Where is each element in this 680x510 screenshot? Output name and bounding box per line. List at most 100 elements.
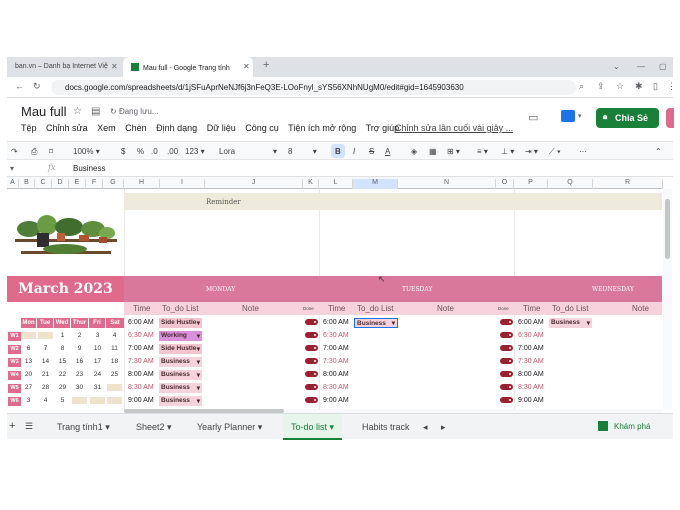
time-cell[interactable]: 8:30 AM <box>518 384 544 391</box>
todo-dropdown[interactable]: Business ▾ <box>159 396 202 406</box>
menu-tools[interactable]: Công cụ <box>245 123 279 133</box>
done-toggle[interactable] <box>305 397 318 403</box>
add-sheet-icon[interactable]: + <box>9 420 15 432</box>
scroll-thumb[interactable] <box>665 199 670 259</box>
todo-dropdown[interactable]: Side Hustle ▾ <box>159 344 202 354</box>
time-cell[interactable]: 6:30 AM <box>323 332 349 339</box>
comments-icon[interactable]: ▭ <box>528 111 538 124</box>
browser-tab-2[interactable]: Mau full - Google Trang tính <box>123 57 253 77</box>
last-edit-link[interactable]: Chỉnh sửa lần cuối vài giây ... <box>395 123 513 133</box>
time-cell[interactable]: 7:30 AM <box>518 358 544 365</box>
scroll-left-icon[interactable]: ◂ <box>423 422 428 433</box>
chevron-down-icon[interactable]: ▾ <box>578 112 582 120</box>
todo-dropdown[interactable]: Business ▾ <box>159 370 202 380</box>
time-cell[interactable]: 9:00 AM <box>323 397 349 404</box>
italic-button[interactable]: I <box>353 147 355 156</box>
close-icon[interactable]: ✕ <box>243 62 250 71</box>
time-cell[interactable]: 8:00 AM <box>323 371 349 378</box>
done-toggle[interactable] <box>500 371 513 377</box>
back-icon[interactable]: ← <box>15 81 24 91</box>
time-cell[interactable]: 9:00 AM <box>128 397 154 404</box>
done-toggle[interactable] <box>305 371 318 377</box>
time-cell[interactable]: 7:30 AM <box>128 358 154 365</box>
reload-icon[interactable]: ↻ <box>33 81 41 92</box>
done-toggle[interactable] <box>500 319 513 325</box>
sheet-tab[interactable]: Sheet2 ▾ <box>136 422 172 433</box>
chevron-down-icon[interactable]: ⌄ <box>613 62 620 71</box>
maximize-icon[interactable]: ▢ <box>659 62 667 71</box>
time-cell[interactable]: 7:00 AM <box>518 345 544 352</box>
sheet-tab[interactable]: Trang tính1 ▾ <box>57 422 110 433</box>
column-label[interactable]: N <box>398 179 496 189</box>
sidepanel-icon[interactable]: ▯ <box>653 81 658 92</box>
menu-view[interactable]: Xem <box>97 123 116 133</box>
time-cell[interactable]: 8:00 AM <box>518 371 544 378</box>
scroll-right-icon[interactable]: ▸ <box>441 422 446 433</box>
time-cell[interactable]: 7:00 AM <box>323 345 349 352</box>
zoom-select[interactable]: 100% ▾ <box>73 147 100 156</box>
done-toggle[interactable] <box>500 384 513 390</box>
sheet-tab-active[interactable]: To-do list ▾ <box>283 414 343 440</box>
done-toggle[interactable] <box>305 332 318 338</box>
percent-button[interactable]: % <box>137 147 144 156</box>
borders-icon[interactable]: ▦ <box>429 147 437 156</box>
column-label[interactable]: Q <box>548 179 593 189</box>
todo-dropdown[interactable]: Working ▾ <box>159 331 202 341</box>
align-vertical-icon[interactable]: ⊥ ▾ <box>501 147 514 156</box>
column-label[interactable]: C <box>35 179 52 189</box>
column-label[interactable]: H <box>124 179 160 189</box>
format-select[interactable]: 123 ▾ <box>185 147 205 156</box>
column-label[interactable]: J <box>205 179 303 189</box>
time-cell[interactable]: 6:00 AM <box>518 319 544 326</box>
column-label[interactable]: B <box>19 179 35 189</box>
explore-button[interactable]: Khám phá <box>598 417 660 435</box>
time-cell[interactable]: 8:30 AM <box>128 384 154 391</box>
redo-icon[interactable]: ↷ <box>11 147 18 156</box>
column-label[interactable]: F <box>86 179 103 189</box>
close-icon[interactable]: ✕ <box>111 62 118 71</box>
column-label[interactable]: O <box>496 179 514 189</box>
avatar[interactable] <box>666 108 674 128</box>
menu-extensions[interactable]: Tiện ích mở rộng <box>288 123 356 133</box>
fill-color-icon[interactable]: ◈ <box>411 147 417 156</box>
increase-decimal-button[interactable]: .00 <box>167 147 178 156</box>
menu-format[interactable]: Định dạng <box>156 123 197 133</box>
new-tab-icon[interactable]: + <box>263 59 269 71</box>
todo-dropdown[interactable]: Business ▾ <box>549 318 592 328</box>
chevron-down-icon[interactable]: ▾ <box>10 164 14 173</box>
currency-button[interactable]: $ <box>121 147 125 156</box>
paint-format-icon[interactable]: ⌑ <box>49 147 53 156</box>
done-toggle[interactable] <box>305 358 318 364</box>
formula-input[interactable]: Business <box>73 164 105 173</box>
todo-dropdown-selected[interactable]: Business ▾ <box>354 318 398 328</box>
strikethrough-button[interactable]: S <box>369 147 374 156</box>
time-cell[interactable]: 8:00 AM <box>128 371 154 378</box>
merge-cells-icon[interactable]: ⊞ ▾ <box>447 147 460 156</box>
column-label[interactable]: M <box>353 179 398 189</box>
align-horizontal-icon[interactable]: ≡ ▾ <box>477 147 488 156</box>
time-cell[interactable]: 6:30 AM <box>128 332 154 339</box>
done-toggle[interactable] <box>305 319 318 325</box>
meet-icon[interactable] <box>561 110 575 122</box>
time-cell[interactable]: 6:00 AM <box>323 319 349 326</box>
time-cell[interactable]: 6:00 AM <box>128 319 154 326</box>
time-cell[interactable]: 8:30 AM <box>323 384 349 391</box>
time-cell[interactable]: 7:30 AM <box>323 358 349 365</box>
column-label[interactable]: K <box>303 179 319 189</box>
sheet-tab[interactable]: Yearly Planner ▾ <box>197 422 262 433</box>
done-toggle[interactable] <box>500 397 513 403</box>
text-wrap-icon[interactable]: ⇥ ▾ <box>525 147 538 156</box>
decrease-decimal-button[interactable]: .0 <box>151 147 158 156</box>
star-icon[interactable]: ☆ <box>616 81 624 92</box>
time-cell[interactable]: 7:00 AM <box>128 345 154 352</box>
browser-tab-1[interactable]: ban.vn – Danh bạ Internet Việ <box>7 57 119 77</box>
menu-data[interactable]: Dữ liệu <box>207 123 236 133</box>
menu-file[interactable]: Tệp <box>21 123 37 133</box>
extensions-icon[interactable]: ✱ <box>635 81 643 92</box>
column-label[interactable]: G <box>103 179 124 189</box>
done-toggle[interactable] <box>305 345 318 351</box>
column-label[interactable]: R <box>593 179 663 189</box>
text-rotate-icon[interactable]: ⟋ ▾ <box>549 147 561 157</box>
column-label[interactable]: L <box>319 179 353 189</box>
done-toggle[interactable] <box>305 384 318 390</box>
